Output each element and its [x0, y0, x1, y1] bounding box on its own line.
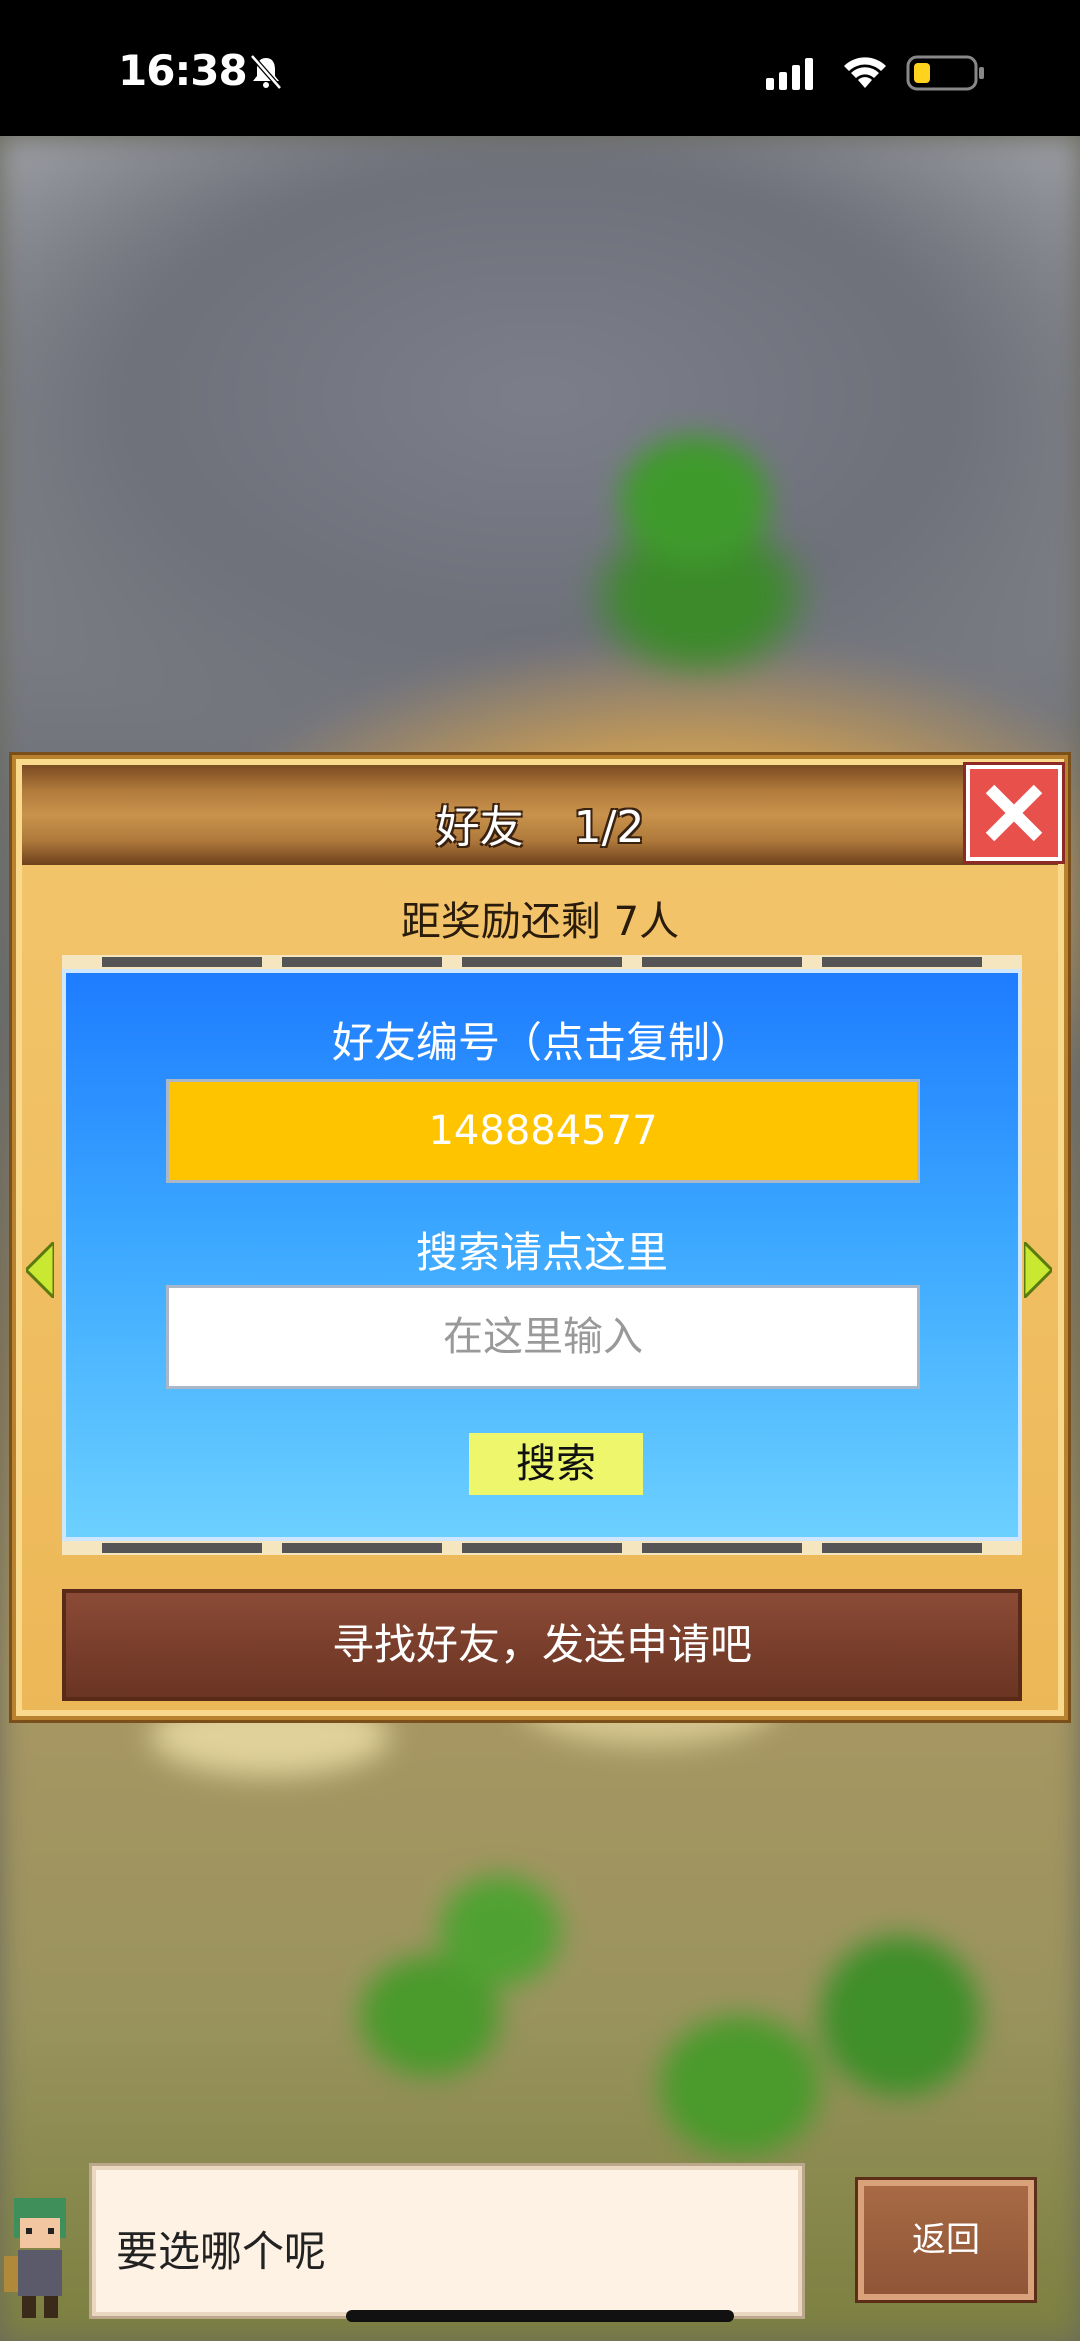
arrow-left-icon[interactable] [26, 1242, 54, 1298]
panel-top-strip [62, 955, 1022, 969]
search-button[interactable]: 搜索 [469, 1433, 643, 1495]
search-input[interactable]: 在这里输入 [166, 1285, 920, 1389]
status-time: 16:38 [118, 46, 248, 95]
dialog-title-label: 好友 [435, 802, 524, 853]
message-box: 要选哪个呢 [92, 2166, 802, 2316]
close-button[interactable] [966, 765, 1062, 861]
arrow-right-icon[interactable] [1024, 1242, 1052, 1298]
back-button[interactable]: 返回 [858, 2180, 1034, 2300]
wifi-icon [844, 57, 886, 88]
friend-id-panel: 好友编号（点击复制） 148884577 搜索请点这里 在这里输入 搜索 [62, 969, 1022, 1541]
home-indicator [346, 2310, 734, 2322]
status-bar: 16:38 [0, 0, 1080, 136]
bell-mute-icon [250, 54, 282, 90]
friend-id-copy-box[interactable]: 148884577 [166, 1079, 920, 1183]
find-friends-button[interactable]: 寻找好友，发送申请吧 [62, 1589, 1022, 1701]
message-text: 要选哪个呢 [116, 2227, 327, 2276]
dialog-title-bar: 好友 1/2 [22, 765, 1058, 865]
search-label: 搜索请点这里 [415, 1228, 668, 1277]
dialog-title: 好友 1/2 [22, 791, 1058, 855]
friend-id-label: 好友编号（点击复制） [331, 1018, 752, 1067]
dialog-page-indicator: 1/2 [573, 802, 645, 853]
cellular-signal-icon [766, 58, 813, 90]
friend-dialog: 好友 1/2 距奖励还剩 7人 好友编号（点击复制） 148884577 搜索请点… [12, 755, 1068, 1720]
panel-bottom-strip [62, 1541, 1022, 1555]
close-icon [985, 784, 1043, 842]
reward-remaining-text: 距奖励还剩 7人 [400, 899, 680, 945]
battery-low-icon [906, 55, 984, 91]
character-avatar [4, 2198, 66, 2318]
